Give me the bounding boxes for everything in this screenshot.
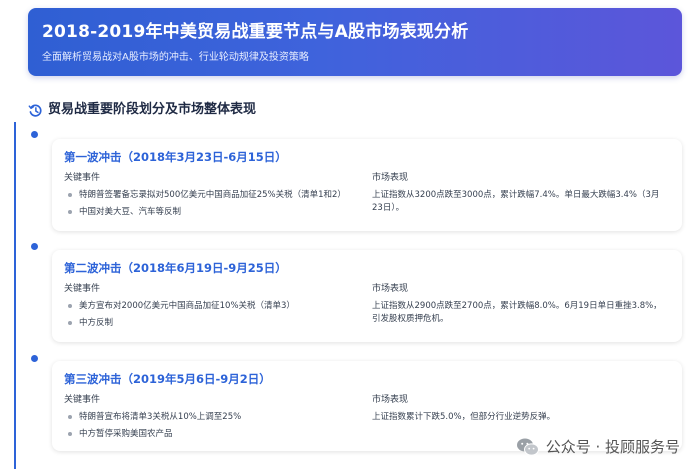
- bullet-icon: [68, 304, 72, 308]
- bullet-icon: [68, 321, 72, 325]
- page-subtitle: 全面解析贸易战对A股市场的冲击、行业轮动规律及投资策略: [42, 52, 309, 63]
- bullet-icon: [68, 432, 72, 436]
- bullet-icon: [68, 193, 72, 197]
- timeline-dot: [31, 355, 38, 362]
- event-item: 中国对美大豆、汽车等反制: [64, 206, 372, 219]
- wave-card-1: 第一波冲击（2018年3月23日-6月15日） 关键事件 特朗普签署备忘录拟对5…: [52, 139, 682, 231]
- event-item: 特朗普宣布将清单3关税从10%上调至25%: [64, 411, 372, 424]
- market-header: 市场表现: [372, 284, 409, 294]
- section-title: 贸易战重要阶段划分及市场整体表现: [48, 102, 257, 117]
- event-item: 美方宣布对2000亿美元中国商品加征10%关税（清单3）: [64, 300, 372, 313]
- market-header: 市场表现: [372, 395, 409, 405]
- timeline-line: [14, 122, 16, 469]
- section-header: 贸易战重要阶段划分及市场整体表现: [28, 101, 256, 119]
- timeline-dot: [31, 243, 38, 250]
- event-item: 中方反制: [64, 317, 372, 330]
- bullet-icon: [68, 415, 72, 419]
- header-banner: 2018-2019年中美贸易战重要节点与A股市场表现分析 全面解析贸易战对A股市…: [28, 8, 682, 76]
- wave-title: 第三波冲击（2019年5月6日-9月2日）: [64, 372, 271, 386]
- wechat-icon: [516, 438, 539, 456]
- market-performance: 上证指数累计下跌5.0%，但部分行业逆势反弹。: [372, 412, 556, 422]
- watermark: 公众号 · 投顾服务号: [516, 436, 680, 457]
- wave-title: 第一波冲击（2018年3月23日-6月15日）: [64, 150, 287, 164]
- events-header: 关键事件: [64, 173, 101, 183]
- bullet-icon: [68, 210, 72, 214]
- market-performance: 上证指数从2900点跌至2700点，累计跌幅8.0%。6月19日单日重挫3.8%…: [372, 301, 662, 324]
- timeline-dot: [31, 131, 38, 138]
- page-title: 2018-2019年中美贸易战重要节点与A股市场表现分析: [42, 22, 469, 42]
- events-header: 关键事件: [64, 284, 101, 294]
- market-header: 市场表现: [372, 173, 409, 183]
- wave-card-2: 第二波冲击（2018年6月19日-9月25日） 关键事件 美方宣布对2000亿美…: [52, 250, 682, 342]
- event-item: 特朗普签署备忘录拟对500亿美元中国商品加征25%关税（清单1和2）: [64, 189, 372, 202]
- wave-title: 第二波冲击（2018年6月19日-9月25日）: [64, 261, 287, 275]
- history-icon: [28, 104, 42, 117]
- watermark-text: 公众号 · 投顾服务号: [545, 438, 680, 456]
- market-performance: 上证指数从3200点跌至3000点，累计跌幅7.4%。单日最大跌幅3.4%（3月…: [372, 190, 660, 213]
- events-header: 关键事件: [64, 395, 101, 405]
- event-item: 中方暂停采购美国农产品: [64, 428, 372, 441]
